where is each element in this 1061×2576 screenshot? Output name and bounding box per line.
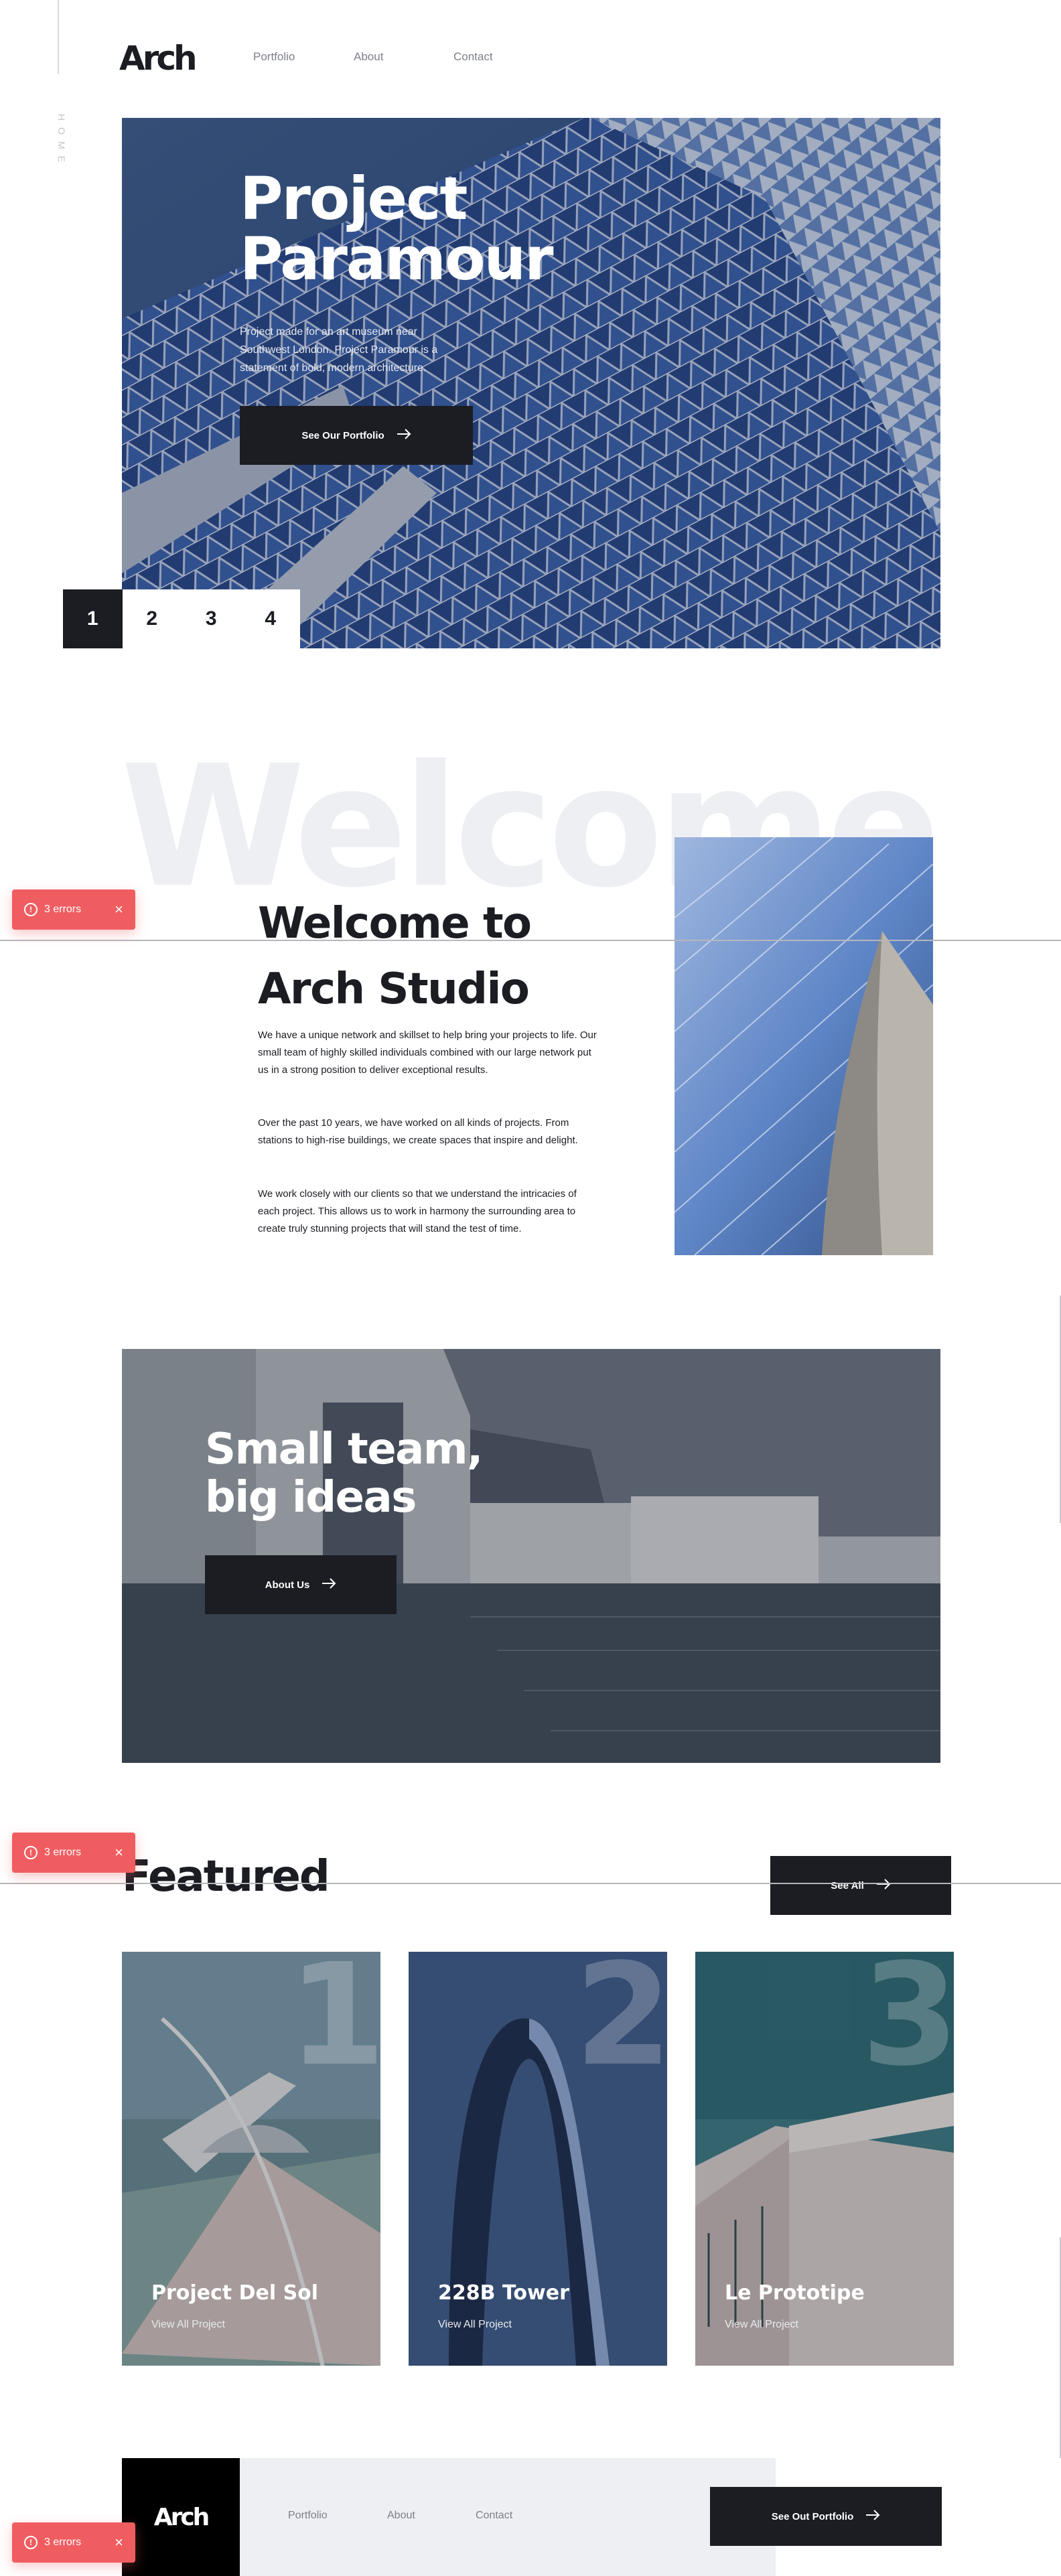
error-guide-line [0, 940, 1061, 941]
footer-nav-about[interactable]: About [387, 2510, 415, 2522]
footer-logo[interactable]: Arch [122, 2458, 240, 2576]
nav-portfolio[interactable]: Portfolio [253, 50, 295, 64]
error-count: 3 errors [44, 904, 82, 915]
hero-description: Project made for an art museum near Sout… [240, 326, 438, 374]
welcome-title: Welcome to Arch Studio [258, 899, 532, 1014]
featured-card-1[interactable]: 1 Project Del Sol View All Project [122, 1952, 380, 2366]
card-number: 2 [574, 1952, 667, 2097]
pager-item-4[interactable]: 4 [240, 589, 300, 648]
see-portfolio-button[interactable]: See Our Portfolio [240, 406, 473, 465]
featured-title: Featured [122, 1852, 330, 1902]
welcome-image [675, 837, 933, 1255]
pager-item-3[interactable]: 3 [182, 589, 241, 648]
footer-nav-contact[interactable]: Contact [476, 2510, 512, 2522]
see-all-button[interactable]: See All [770, 1856, 951, 1915]
card-link[interactable]: View All Project [438, 2319, 512, 2331]
team-title: Small team, big ideas [205, 1425, 483, 1522]
error-icon: ! [24, 2536, 38, 2549]
nav-contact[interactable]: Contact [453, 50, 493, 64]
error-toast[interactable]: ! 3 errors × [12, 1833, 135, 1873]
error-toast[interactable]: ! 3 errors × [12, 2522, 135, 2563]
card-number: 3 [861, 1952, 954, 2097]
featured-card-2[interactable]: 2 228B Tower View All Project [409, 1952, 667, 2366]
header-divider-line [58, 0, 59, 74]
error-count: 3 errors [44, 2536, 82, 2548]
arrow-right-icon [865, 2510, 880, 2523]
error-toast[interactable]: ! 3 errors × [12, 889, 135, 930]
see-out-portfolio-button[interactable]: See Out Portfolio [710, 2487, 942, 2546]
pager-item-1[interactable]: 1 [63, 589, 123, 648]
featured-card-3[interactable]: 3 Le Prototipe View All Project [695, 1952, 954, 2366]
close-icon[interactable]: × [115, 2535, 123, 2550]
error-icon: ! [24, 1846, 38, 1859]
pager-item-2[interactable]: 2 [122, 589, 182, 648]
error-icon: ! [24, 903, 38, 916]
nav-about[interactable]: About [354, 50, 383, 64]
side-page-label: HOME [56, 114, 67, 169]
card-title: Le Prototipe [725, 2281, 865, 2305]
footer-nav-portfolio[interactable]: Portfolio [288, 2510, 328, 2522]
arrow-right-icon [322, 1578, 336, 1591]
card-title: 228B Tower [438, 2281, 569, 2305]
welcome-paragraph-1: We have a unique network and skillset to… [258, 1029, 597, 1076]
card-number: 1 [287, 1952, 380, 2097]
arrow-right-icon [876, 1879, 891, 1892]
welcome-paragraph-2: Over the past 10 years, we have worked o… [258, 1117, 578, 1146]
welcome-paragraph-3: We work closely with our clients so that… [258, 1188, 577, 1234]
card-title: Project Del Sol [151, 2281, 319, 2305]
hero-title: Project Paramour [240, 164, 553, 293]
error-guide-line [0, 1883, 1061, 1884]
arrow-right-icon [397, 429, 411, 442]
close-icon[interactable]: × [115, 902, 123, 917]
logo[interactable]: Arch [119, 39, 198, 78]
close-icon[interactable]: × [115, 1845, 123, 1860]
error-count: 3 errors [44, 1847, 82, 1858]
hero-pager: 1 2 3 4 [63, 589, 300, 648]
card-link[interactable]: View All Project [151, 2319, 225, 2331]
card-link[interactable]: View All Project [725, 2319, 798, 2331]
about-us-button[interactable]: About Us [205, 1555, 397, 1614]
